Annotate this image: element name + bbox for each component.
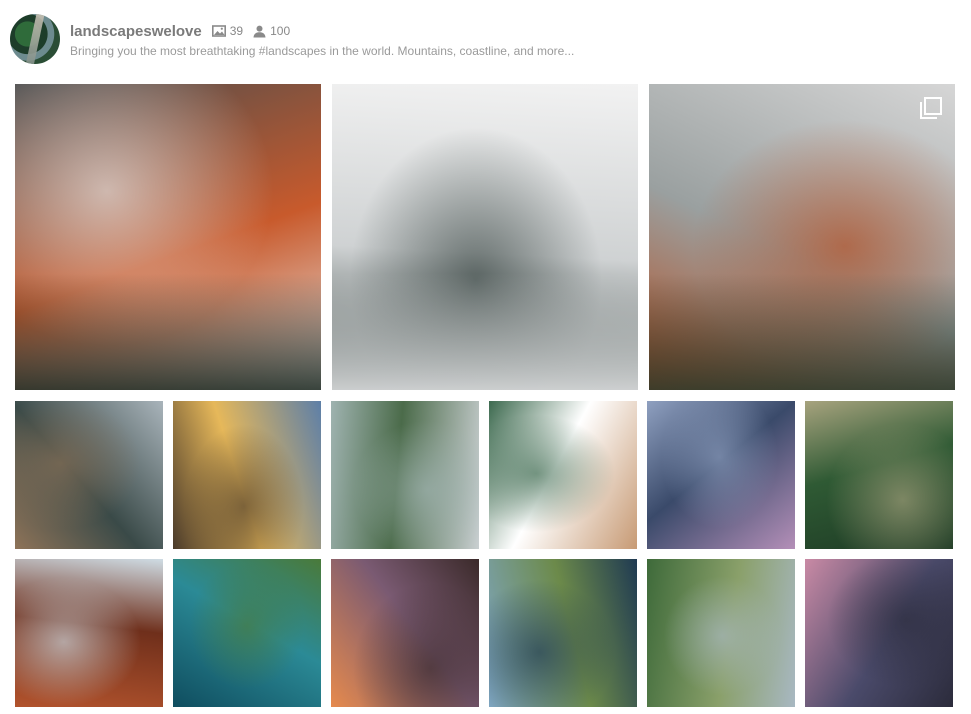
small-photo-post[interactable] bbox=[331, 401, 479, 549]
small-photo-post[interactable] bbox=[15, 401, 163, 549]
followers-count-stat: 100 bbox=[253, 24, 290, 38]
small-photo-post[interactable] bbox=[173, 401, 321, 549]
large-photo-post[interactable] bbox=[15, 84, 321, 390]
small-photo-post[interactable] bbox=[805, 559, 953, 707]
small-photo-post[interactable] bbox=[647, 559, 795, 707]
profile-username[interactable]: landscapeswelove bbox=[70, 23, 202, 40]
small-photo-post[interactable] bbox=[331, 559, 479, 707]
small-photo-post[interactable] bbox=[489, 401, 637, 549]
large-photo-post[interactable] bbox=[649, 84, 955, 390]
image-icon bbox=[211, 25, 226, 37]
large-photo-post[interactable] bbox=[332, 84, 638, 390]
profile-bio: Bringing you the most breathtaking #land… bbox=[70, 44, 575, 58]
posts-count: 39 bbox=[229, 24, 244, 38]
profile-avatar[interactable] bbox=[10, 14, 60, 64]
followers-count: 100 bbox=[270, 24, 291, 38]
profile-header: landscapeswelove 39 100 Bringing you the… bbox=[10, 14, 960, 66]
small-photo-post[interactable] bbox=[647, 401, 795, 549]
small-photo-post[interactable] bbox=[173, 559, 321, 707]
multiple-images-icon bbox=[920, 97, 942, 119]
posts-count-stat: 39 bbox=[211, 24, 244, 38]
profile-title-row: landscapeswelove 39 100 bbox=[70, 22, 290, 40]
small-photo-post[interactable] bbox=[489, 559, 637, 707]
small-photo-post[interactable] bbox=[805, 401, 953, 549]
user-icon bbox=[253, 25, 266, 37]
small-photo-post[interactable] bbox=[15, 559, 163, 707]
